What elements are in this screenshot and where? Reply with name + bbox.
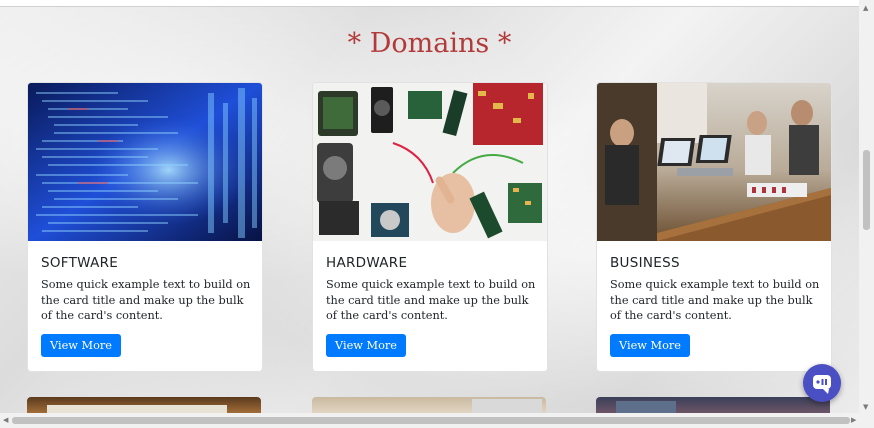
page-background: * Domains * SOFTWARE Some quick example … — [0, 0, 859, 413]
scroll-right-icon[interactable]: ▶ — [851, 416, 856, 424]
view-more-button-hardware[interactable]: View More — [326, 334, 406, 357]
card-partial-image — [472, 399, 542, 413]
section-title: * Domains * — [347, 28, 512, 59]
card-image-software — [28, 83, 262, 241]
scroll-up-icon[interactable]: ▲ — [863, 4, 868, 12]
card-text: Some quick example text to build on the … — [610, 278, 820, 322]
card-partial-3 — [596, 397, 830, 413]
scroll-down-icon[interactable]: ▼ — [863, 403, 868, 411]
chat-button[interactable] — [803, 364, 841, 402]
card-title: HARDWARE — [326, 255, 408, 271]
vertical-scroll-thumb[interactable] — [863, 150, 870, 230]
card-software: SOFTWARE Some quick example text to buil… — [27, 82, 263, 372]
top-border — [0, 0, 859, 7]
scroll-left-icon[interactable]: ◀ — [3, 416, 8, 424]
card-business: BUSINESS Some quick example text to buil… — [596, 82, 832, 372]
horizontal-scroll-thumb[interactable] — [12, 417, 850, 424]
view-more-button-business[interactable]: View More — [610, 334, 690, 357]
card-text: Some quick example text to build on the … — [326, 278, 536, 322]
view-more-button-software[interactable]: View More — [41, 334, 121, 357]
card-partial-image — [47, 405, 227, 413]
card-title: BUSINESS — [610, 255, 680, 271]
card-text: Some quick example text to build on the … — [41, 278, 251, 322]
chat-bubble-icon — [813, 375, 831, 394]
card-partial-1 — [27, 397, 261, 413]
card-hardware: HARDWARE Some quick example text to buil… — [312, 82, 548, 372]
card-partial-2 — [312, 397, 546, 413]
card-title: SOFTWARE — [41, 255, 119, 271]
card-partial-image — [616, 401, 676, 413]
card-image-hardware — [313, 83, 547, 241]
card-image-business — [597, 83, 831, 241]
